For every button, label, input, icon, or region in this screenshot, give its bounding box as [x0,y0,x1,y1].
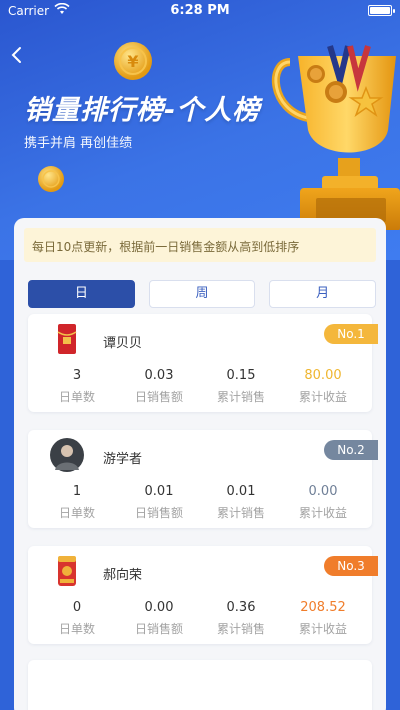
orders-value: 1 [72,484,82,499]
total-income-label: 累计收益 [298,622,347,636]
battery-icon [368,5,395,16]
page-title: 销量排行榜-个人榜 [24,95,261,126]
period-tabs: 日 周 月 [28,280,377,308]
daily-sales-label: 日销售额 [134,506,183,520]
rank-badge: No.1 [324,324,378,344]
coin-icon: ¥ [114,42,152,80]
trophy-icon [272,45,400,230]
ranking-panel: 每日10点更新，根据前一日销售金额从高到低排序 日 周 月 谭贝贝 No.1 3… [14,218,386,710]
tab-month[interactable]: 月 [269,280,377,308]
tab-day[interactable]: 日 [28,280,135,308]
total-income-label: 累计收益 [298,506,347,520]
total-income-label: 累计收益 [298,390,347,404]
total-sales-value: 0.15 [226,368,256,383]
total-sales-value: 0.36 [226,600,256,615]
daily-sales-label: 日销售额 [134,390,183,404]
update-notice: 每日10点更新，根据前一日销售金额从高到低排序 [24,228,376,262]
total-sales-label: 累计销售 [216,506,265,520]
orders-label: 日单数 [58,390,95,404]
total-sales-value: 0.01 [226,484,256,499]
daily-sales-value: 0.00 [144,600,174,615]
product-package-icon [58,556,76,586]
daily-sales-value: 0.03 [144,368,174,383]
page-subtitle: 携手并肩 再创佳绩 [24,136,133,151]
clock: 6:28 PM [170,3,230,18]
stats-row: 0 日单数 0.00 日销售额 0.36 累计销售 208.52 累计收益 [28,600,372,637]
status-bar: Carrier 6:28 PM [0,0,400,22]
orders-label: 日单数 [58,506,95,520]
daily-sales-label: 日销售额 [134,622,183,636]
coin-icon [38,166,64,192]
total-sales-label: 累计销售 [216,390,265,404]
orders-value: 3 [72,368,82,383]
stats-row: 1 日单数 0.01 日销售额 0.01 累计销售 0.00 累计收益 [28,484,372,521]
ranking-card[interactable]: 谭贝贝 No.1 3 日单数 0.03 日销售额 0.15 累计销售 80.00 累计收… [28,314,378,412]
member-name: 谭贝贝 [103,336,143,351]
total-income-value: 0.00 [308,484,338,499]
ranking-card[interactable] [28,660,372,710]
svg-text:¥: ¥ [127,52,138,71]
orders-value: 0 [72,600,82,615]
chevron-left-icon [11,47,21,63]
tab-week[interactable]: 周 [148,280,256,308]
total-income-value: 208.52 [300,600,346,615]
total-income-value: 80.00 [304,368,342,383]
member-name: 郝向荣 [103,568,143,583]
person-photo-icon [50,438,84,472]
daily-sales-value: 0.01 [144,484,174,499]
ranking-card[interactable]: 游学者 No.2 1 日单数 0.01 日销售额 0.01 累计销售 0.00 累计收益 [28,430,378,528]
rank-badge: No.3 [324,556,378,576]
stats-row: 3 日单数 0.03 日销售额 0.15 累计销售 80.00 累计收益 [28,368,372,405]
ranking-card[interactable]: 郝向荣 No.3 0 日单数 0.00 日销售额 0.36 累计销售 208.52 累计… [28,546,378,644]
total-sales-label: 累计销售 [216,622,265,636]
member-name: 游学者 [103,452,143,467]
back-button[interactable] [10,46,34,70]
red-envelope-icon [57,324,77,354]
rank-badge: No.2 [324,440,378,460]
orders-label: 日单数 [58,622,95,636]
